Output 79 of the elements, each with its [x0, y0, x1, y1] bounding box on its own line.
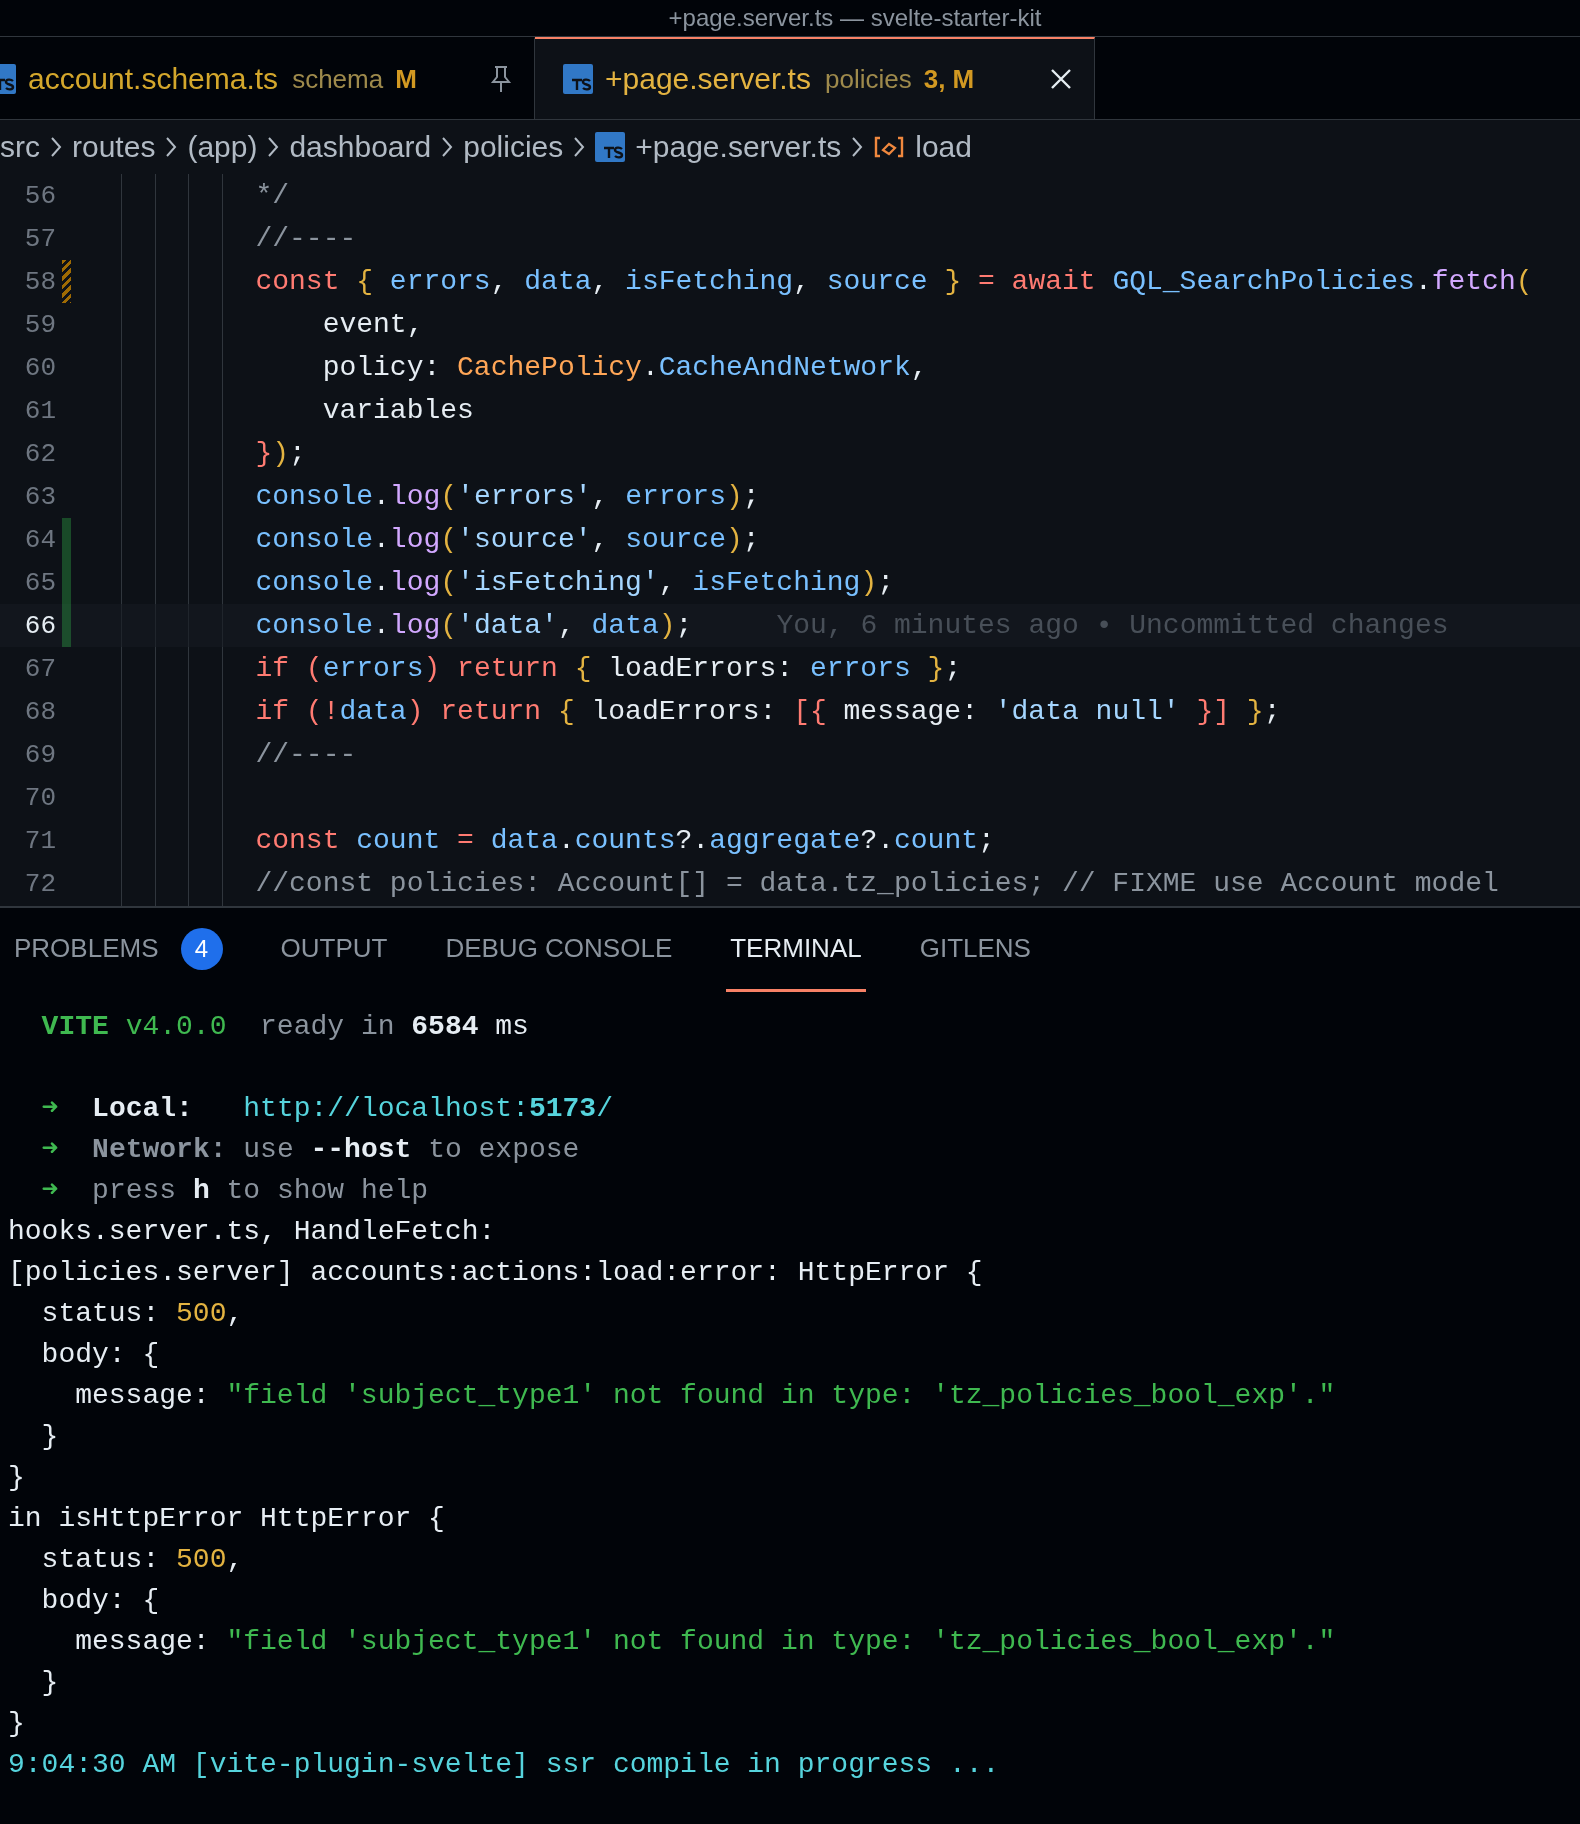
window-title: +page.server.ts — svelte-starter-kit — [668, 4, 1042, 32]
chevron-icon — [267, 136, 280, 158]
code-line: const count = data.counts?.aggregate?.count; — [254, 825, 995, 856]
count-badge: 4 — [180, 927, 223, 970]
breadcrumb-item[interactable]: src — [0, 130, 40, 164]
line-number: 65 — [23, 567, 56, 598]
panel-tab[interactable]: PROBLEMS 4 — [10, 908, 227, 992]
typescript-file-icon — [563, 64, 593, 94]
chevron-icon — [851, 136, 864, 158]
line-number: 61 — [23, 395, 56, 426]
terminal-line: status: 500, — [40, 1297, 245, 1331]
terminal-line: VITE v4.0.0 ready in 6584 ms — [40, 1010, 530, 1044]
line-number: 70 — [23, 782, 56, 813]
breadcrumb-item[interactable]: policies — [463, 130, 564, 164]
code-line: console.log('source', source); — [254, 524, 760, 555]
line-number: 71 — [23, 825, 56, 856]
blame-annotation: You, 6 minutes ago • Uncommitted changes — [776, 610, 1449, 641]
terminal-line: [policies.server] accounts:actions:load:error: HttpError { — [8, 1256, 984, 1290]
code-line: console.log('data', data); — [254, 610, 693, 641]
breadcrumb-item[interactable]: +page.server.ts — [635, 130, 842, 164]
terminal-line: 9:04:30 AM [vite-plugin-svelte] ssr compile in progress ... — [8, 1748, 1001, 1782]
code-line: //---- — [254, 739, 357, 770]
code-line: policy: CachePolicy.CacheAndNetwork, — [321, 352, 928, 383]
code-line: if (!data) return { loadErrors: [{ message: 'data null' }] }; — [254, 696, 1281, 727]
code-line: }); — [254, 438, 306, 469]
terminal-line: ➜ Local: http://localhost:5173/ — [40, 1092, 614, 1126]
panel-tab[interactable]: OUTPUT — [276, 908, 392, 992]
chevron-icon — [441, 136, 454, 158]
panel-tab[interactable]: DEBUG CONSOLE — [441, 908, 677, 992]
code-line: const { errors, data, isFetching, source } = await GQL_SearchPolicies.fetch( — [254, 266, 1533, 297]
close-icon[interactable] — [1050, 68, 1072, 90]
line-number: 68 — [23, 696, 56, 727]
terminal-line: body: { — [40, 1584, 161, 1618]
terminal-line: } — [40, 1420, 60, 1454]
code-line: console.log('isFetching', isFetching); — [254, 567, 894, 598]
chevron-icon — [50, 136, 62, 158]
line-number: 62 — [23, 438, 56, 469]
line-number: 56 — [23, 180, 56, 211]
panel-tab[interactable]: GITLENS — [915, 908, 1035, 992]
terminal-line: message: "field 'subject_type1' not found in type: 'tz_policies_bool_exp'." — [74, 1379, 1337, 1413]
code-line: console.log('errors', errors); — [254, 481, 760, 512]
line-number: 69 — [23, 739, 56, 770]
code-line: */ — [254, 180, 290, 211]
line-number: 63 — [23, 481, 56, 512]
code-line: event, — [321, 309, 424, 340]
line-number: 60 — [23, 352, 56, 383]
terminal-line: } — [40, 1666, 60, 1700]
terminal-line: ➜ Network: use --host to expose — [40, 1133, 581, 1167]
editor-tab[interactable]: account.schema.ts schema M — [0, 37, 535, 119]
code-line: variables — [321, 395, 474, 426]
terminal-line: hooks.server.ts, HandleFetch: — [8, 1215, 497, 1249]
chevron-icon — [573, 136, 586, 158]
breadcrumb-item[interactable]: dashboard — [289, 130, 432, 164]
line-number: 72 — [23, 868, 56, 899]
pin-icon[interactable] — [490, 65, 512, 93]
typescript-file-icon — [595, 132, 626, 162]
terminal-line: message: "field 'subject_type1' not found in type: 'tz_policies_bool_exp'." — [74, 1625, 1337, 1659]
line-number: 67 — [23, 653, 56, 684]
terminal-line: status: 500, — [40, 1543, 245, 1577]
chevron-icon — [165, 136, 178, 158]
code-line: //const policies: Account[] = data.tz_policies; // FIXME use Account model — [254, 868, 1499, 899]
breadcrumb-item[interactable]: routes — [72, 130, 156, 164]
terminal-line: } — [8, 1461, 26, 1495]
breadcrumb-item[interactable]: load — [915, 130, 972, 164]
symbol-icon — [873, 135, 906, 159]
terminal-line: ➜ press h to show help — [40, 1174, 430, 1208]
code-line: //---- — [254, 223, 357, 254]
line-number: 66 — [23, 610, 56, 641]
terminal-line: body: { — [40, 1338, 161, 1372]
line-number: 58 — [23, 266, 56, 297]
panel-tab[interactable]: TERMINAL — [726, 908, 866, 992]
code-line: if (errors) return { loadErrors: errors }; — [254, 653, 962, 684]
line-number: 59 — [23, 309, 56, 340]
terminal-line: } — [8, 1707, 26, 1741]
terminal-line: in isHttpError HttpError { — [8, 1502, 446, 1536]
line-number: 57 — [23, 223, 56, 254]
editor-tab[interactable]: +page.server.ts policies 3, M — [535, 37, 1095, 119]
breadcrumb-item[interactable]: (app) — [187, 130, 258, 164]
line-number: 64 — [23, 524, 56, 555]
